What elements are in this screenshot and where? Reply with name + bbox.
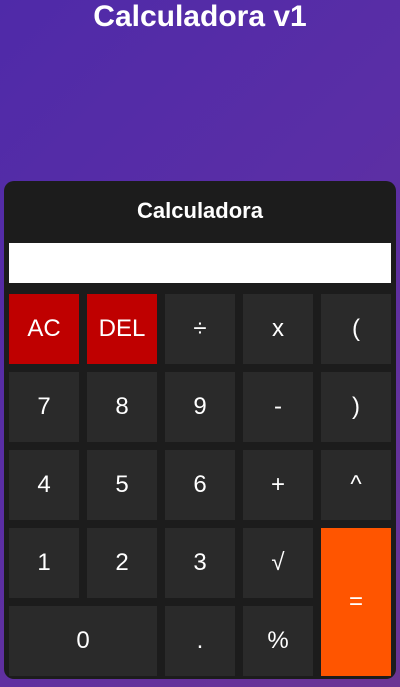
open-paren-button[interactable]: ( [321, 294, 391, 364]
percent-button[interactable]: % [243, 606, 313, 676]
digit-9-button[interactable]: 9 [165, 372, 235, 442]
delete-button[interactable]: DEL [87, 294, 157, 364]
clear-button[interactable]: AC [9, 294, 79, 364]
calculator-title: Calculadora [137, 198, 263, 223]
equals-button[interactable]: = [321, 528, 391, 676]
minus-button[interactable]: - [243, 372, 313, 442]
close-paren-button[interactable]: ) [321, 372, 391, 442]
calculator-panel: Calculadora AC DEL ÷ x ( 7 8 9 - ) 4 5 6… [4, 181, 396, 679]
multiply-button[interactable]: x [243, 294, 313, 364]
digit-2-button[interactable]: 2 [87, 528, 157, 598]
page-title: Calculadora v1 [93, 0, 307, 33]
calculator-display[interactable] [9, 243, 391, 283]
digit-1-button[interactable]: 1 [9, 528, 79, 598]
decimal-button[interactable]: . [165, 606, 235, 676]
digit-4-button[interactable]: 4 [9, 450, 79, 520]
digit-8-button[interactable]: 8 [87, 372, 157, 442]
digit-3-button[interactable]: 3 [165, 528, 235, 598]
square-root-button[interactable]: √ [243, 528, 313, 598]
divide-button[interactable]: ÷ [165, 294, 235, 364]
plus-button[interactable]: + [243, 450, 313, 520]
digit-0-button[interactable]: 0 [9, 606, 157, 676]
digit-6-button[interactable]: 6 [165, 450, 235, 520]
digit-7-button[interactable]: 7 [9, 372, 79, 442]
power-button[interactable]: ^ [321, 450, 391, 520]
digit-5-button[interactable]: 5 [87, 450, 157, 520]
